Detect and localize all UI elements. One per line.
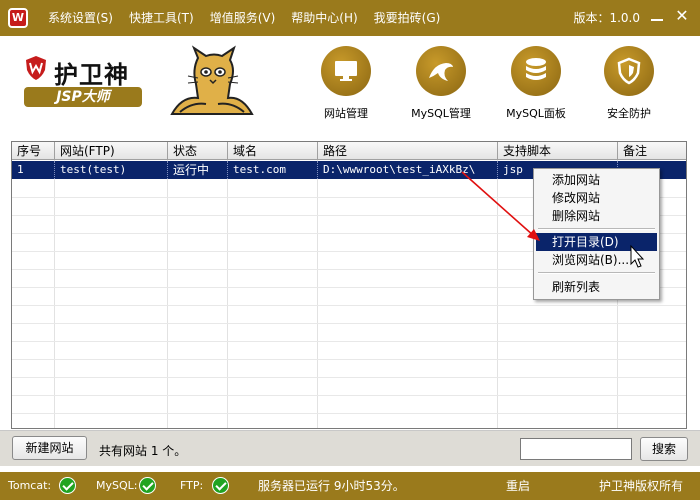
col-header-status[interactable]: 状态 xyxy=(168,142,228,160)
ctx-separator xyxy=(538,228,655,230)
col-header-path[interactable]: 路径 xyxy=(318,142,498,160)
grid-line xyxy=(317,160,318,428)
cell-path: D:\wwwroot\test_iAXkBz\ xyxy=(323,163,476,176)
ctx-open-directory[interactable]: 打开目录(D) xyxy=(536,233,657,251)
check-icon xyxy=(212,477,229,494)
copyright-text: 护卫神版权所有 xyxy=(599,479,684,493)
col-header-site[interactable]: 网站(FTP) xyxy=(55,142,168,160)
app-logo-icon[interactable]: W xyxy=(8,8,28,28)
brand-logo: 护卫神 JSP大师 xyxy=(24,53,144,109)
shield-icon xyxy=(604,46,654,96)
mysql-panel-button[interactable]: MySQL面板 xyxy=(496,46,576,124)
grid-line xyxy=(12,305,686,306)
search-button[interactable]: 搜索 xyxy=(640,437,688,461)
grid-line xyxy=(497,160,498,428)
shield-logo-icon xyxy=(26,56,46,80)
search-input[interactable] xyxy=(520,438,632,460)
menu-quick-tools[interactable]: 快捷工具(T) xyxy=(121,0,202,36)
cell-domain: test.com xyxy=(233,163,286,176)
grid-line xyxy=(227,160,228,428)
table-header: 序号 网站(FTP) 状态 域名 路径 支持脚本 备注 xyxy=(12,142,686,160)
grid-line xyxy=(12,323,686,324)
ftp-status-label: FTP: xyxy=(180,479,204,492)
check-icon xyxy=(139,477,156,494)
col-header-note[interactable]: 备注 xyxy=(618,142,686,160)
cell-index: 1 xyxy=(17,163,24,176)
site-manage-button[interactable]: 网站管理 xyxy=(306,46,386,124)
menu-feedback[interactable]: 我要拍砖(G) xyxy=(366,0,449,36)
tomcat-status-label: Tomcat: xyxy=(8,479,52,492)
grid-line xyxy=(54,160,55,428)
menu-bar: 系统设置(S) 快捷工具(T) 增值服务(V) 帮助中心(H) 我要拍砖(G) xyxy=(40,0,448,36)
ctx-browse-site[interactable]: 浏览网站(B)... xyxy=(536,251,657,269)
security-label: 安全防护 xyxy=(607,107,651,120)
menu-system-settings[interactable]: 系统设置(S) xyxy=(40,0,121,36)
mysql-status-label: MySQL: xyxy=(96,479,138,492)
grid-line xyxy=(12,341,686,342)
new-site-button[interactable]: 新建网站 xyxy=(12,436,87,460)
tomcat-logo-icon xyxy=(170,45,254,115)
ctx-edit-site[interactable]: 修改网站 xyxy=(536,189,657,207)
close-icon[interactable]: ✕ xyxy=(673,7,691,25)
context-menu: 添加网站 修改网站 删除网站 打开目录(D) 浏览网站(B)... 刷新列表 xyxy=(533,168,660,300)
brand-name: 护卫神 xyxy=(54,60,129,89)
grid-line xyxy=(12,395,686,396)
dolphin-icon xyxy=(416,46,466,96)
header-banner: 护卫神 JSP大师 网站管理 MySQL管理 MySQL面板 安全防护 xyxy=(0,36,700,128)
minimize-icon[interactable] xyxy=(648,8,666,26)
col-header-index[interactable]: 序号 xyxy=(12,142,55,160)
version-label: 版本：1.0.0 xyxy=(573,11,640,25)
grid-line xyxy=(167,160,168,428)
col-header-domain[interactable]: 域名 xyxy=(228,142,318,160)
uptime-text: 服务器已运行 9小时53分。 xyxy=(258,479,405,493)
col-header-script[interactable]: 支持脚本 xyxy=(498,142,618,160)
ctx-add-site[interactable]: 添加网站 xyxy=(536,171,657,189)
site-manage-label: 网站管理 xyxy=(324,107,368,120)
ctx-delete-site[interactable]: 删除网站 xyxy=(536,207,657,225)
menu-help-center[interactable]: 帮助中心(H) xyxy=(283,0,365,36)
security-button[interactable]: 安全防护 xyxy=(589,46,669,124)
site-count-text: 共有网站 1 个。 xyxy=(99,444,187,458)
cell-site: test(test) xyxy=(60,163,127,176)
mysql-manage-button[interactable]: MySQL管理 xyxy=(401,46,481,124)
menu-value-added[interactable]: 增值服务(V) xyxy=(202,0,284,36)
ctx-refresh-list[interactable]: 刷新列表 xyxy=(536,278,657,296)
grid-line xyxy=(12,413,686,414)
cell-status: 运行中 xyxy=(173,163,210,177)
mysql-manage-label: MySQL管理 xyxy=(411,107,471,120)
monitor-icon xyxy=(321,46,371,96)
status-bar: Tomcat: MySQL: FTP: 服务器已运行 9小时53分。 重启 护卫… xyxy=(0,472,700,500)
grid-line xyxy=(12,359,686,360)
check-icon xyxy=(59,477,76,494)
restart-link[interactable]: 重启 xyxy=(506,472,530,500)
database-icon xyxy=(511,46,561,96)
mysql-panel-label: MySQL面板 xyxy=(506,107,566,120)
title-bar: W 系统设置(S) 快捷工具(T) 增值服务(V) 帮助中心(H) 我要拍砖(G… xyxy=(0,0,700,36)
ctx-separator xyxy=(538,272,655,274)
grid-line xyxy=(12,377,686,378)
brand-subtitle: JSP大师 xyxy=(24,87,142,107)
